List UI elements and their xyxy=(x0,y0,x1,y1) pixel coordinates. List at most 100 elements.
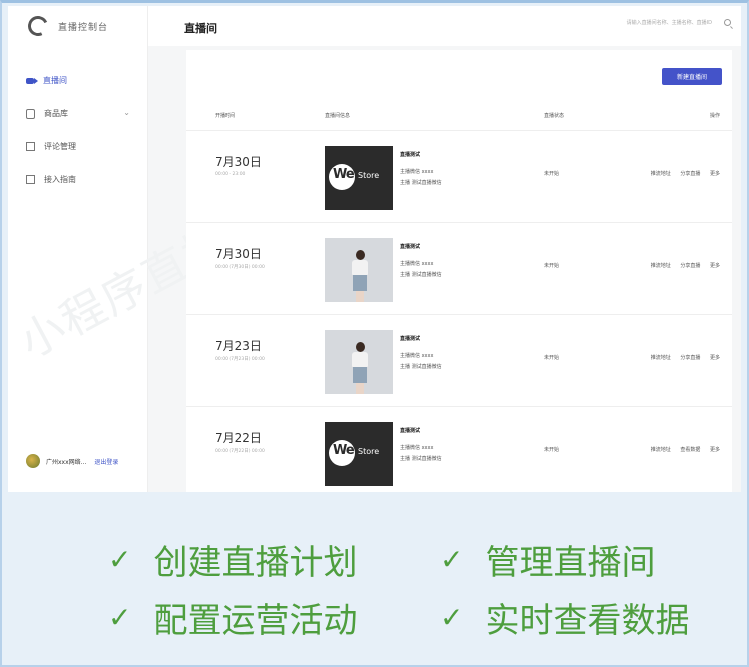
room-title: 直播测试 xyxy=(400,336,421,342)
model-photo xyxy=(356,250,365,260)
logo-text: We xyxy=(333,443,355,458)
status-text: 未开始 xyxy=(544,263,560,269)
cover-image xyxy=(325,238,393,302)
feature-item: ✓ 管理直播间 xyxy=(440,535,655,584)
model-photo xyxy=(352,260,368,275)
search-input[interactable]: 请输入直播间名称、主播名称、直播ID xyxy=(627,19,712,26)
table-row: 7月30日 00:00 (7月30日) 00:00 直播测试 主播微信 xxxx… xyxy=(186,222,732,312)
status-text: 未开始 xyxy=(544,171,560,177)
table-row: 7月22日 00:00 (7月22日) 00:00 We Store 直播测试 … xyxy=(186,406,732,492)
feature-label: 实时查看数据 xyxy=(485,601,690,641)
avatar[interactable] xyxy=(26,454,40,468)
model-photo xyxy=(356,342,365,352)
push-url-link[interactable]: 推流地址 xyxy=(651,447,671,453)
anchor-name: 主播 测试直播微信 xyxy=(400,272,442,278)
sidebar-menu: 直播间 商品库 ⌄ 评论管理 接入指南 xyxy=(26,64,136,196)
room-info: 直播测试 主播微信 xxxx 主播 测试直播微信 xyxy=(400,429,442,468)
check-icon: ✓ xyxy=(108,601,132,634)
push-url-link[interactable]: 推流地址 xyxy=(651,171,671,177)
account-area: 广州xxx网络... 退出登录 xyxy=(26,454,118,468)
check-icon: ✓ xyxy=(440,601,464,634)
account-name: 广州xxx网络... xyxy=(46,458,87,466)
sidebar-item-label: 评论管理 xyxy=(44,142,76,151)
row-actions: 推流地址 查看数据 更多 xyxy=(643,446,720,453)
app-logo[interactable]: 直播控制台 xyxy=(25,13,108,39)
share-link[interactable]: 分享直播 xyxy=(680,263,700,269)
anchor-wechat: 主播微信 xxxx xyxy=(400,261,434,267)
sidebar-item-comments[interactable]: 评论管理 xyxy=(26,130,136,163)
anchor-wechat: 主播微信 xxxx xyxy=(400,353,434,359)
table-row: 7月23日 00:00 (7月23日) 00:00 直播测试 主播微信 xxxx… xyxy=(186,314,732,404)
sidebar-item-label: 商品库 xyxy=(44,109,68,118)
feature-label: 创建直播计划 xyxy=(153,543,358,583)
share-link[interactable]: 分享直播 xyxy=(680,355,700,361)
row-time: 00:00 (7月30日) 00:00 xyxy=(215,265,265,270)
table-row: 7月30日 00:00 - 23:00 We Store 直播测试 主播微信 x… xyxy=(186,130,732,220)
more-link[interactable]: 更多 xyxy=(710,263,720,269)
push-url-link[interactable]: 推流地址 xyxy=(651,355,671,361)
sidebar-item-products[interactable]: 商品库 ⌄ xyxy=(26,97,136,130)
room-title: 直播测试 xyxy=(400,428,421,434)
logo-text: Store xyxy=(358,171,380,180)
model-photo xyxy=(356,291,364,302)
row-date: 7月30日 xyxy=(215,247,262,261)
sidebar: 直播控制台 直播间 商品库 ⌄ 评论管理 接入指南 广州xxx网络... 退出登… xyxy=(8,6,148,492)
row-time: 00:00 - 23:00 xyxy=(215,172,246,177)
sidebar-item-live-room[interactable]: 直播间 xyxy=(26,64,136,97)
search-box[interactable]: 请输入直播间名称、主播名称、直播ID xyxy=(627,19,731,26)
row-actions: 推流地址 分享直播 更多 xyxy=(643,170,720,177)
anchor-name: 主播 测试直播微信 xyxy=(400,364,442,370)
room-info: 直播测试 主播微信 xxxx 主播 测试直播微信 xyxy=(400,245,442,284)
model-photo xyxy=(356,383,364,394)
column-header: 直播状态 xyxy=(544,113,565,119)
page-title: 直播间 xyxy=(184,22,217,35)
model-photo xyxy=(353,275,367,291)
new-live-room-button[interactable]: 新建直播间 xyxy=(662,68,722,85)
feature-label: 管理直播间 xyxy=(485,543,656,583)
status-text: 未开始 xyxy=(544,355,560,361)
column-header: 直播间信息 xyxy=(325,113,351,119)
check-icon: ✓ xyxy=(108,543,132,576)
guide-icon xyxy=(26,175,35,184)
row-date: 7月30日 xyxy=(215,155,262,169)
video-icon xyxy=(26,77,38,84)
room-title: 直播测试 xyxy=(400,152,421,158)
cover-image xyxy=(325,330,393,394)
row-actions: 推流地址 分享直播 更多 xyxy=(643,354,720,361)
bag-icon xyxy=(26,108,35,119)
feature-label: 配置运营活动 xyxy=(153,601,358,641)
top-bar: 直播间 请输入直播间名称、主播名称、直播ID xyxy=(148,6,741,46)
logout-link[interactable]: 退出登录 xyxy=(94,457,118,466)
column-header: 开播时间 xyxy=(215,113,236,119)
search-icon[interactable] xyxy=(724,19,731,26)
more-link[interactable]: 更多 xyxy=(710,171,720,177)
more-link[interactable]: 更多 xyxy=(710,447,720,453)
cover-image: We Store xyxy=(325,146,393,210)
chevron-down-icon[interactable]: ⌄ xyxy=(123,108,130,117)
sidebar-item-label: 接入指南 xyxy=(44,175,76,184)
model-photo xyxy=(352,352,368,367)
sidebar-item-label: 直播间 xyxy=(43,76,67,85)
row-date: 7月22日 xyxy=(215,431,262,445)
row-time: 00:00 (7月22日) 00:00 xyxy=(215,449,265,454)
comment-icon xyxy=(26,142,35,151)
sidebar-item-guide[interactable]: 接入指南 xyxy=(26,163,136,196)
more-link[interactable]: 更多 xyxy=(710,355,720,361)
app-window: 直播控制台 直播间 商品库 ⌄ 评论管理 接入指南 广州xxx网络... 退出登… xyxy=(8,6,741,492)
table-header: 开播时间 直播间信息 直播状态 操作 xyxy=(186,106,732,126)
feature-item: ✓ 配置运营活动 xyxy=(108,593,357,642)
room-title: 直播测试 xyxy=(400,244,421,250)
push-url-link[interactable]: 推流地址 xyxy=(651,263,671,269)
check-icon: ✓ xyxy=(440,543,464,576)
view-data-link[interactable]: 查看数据 xyxy=(680,447,700,453)
share-link[interactable]: 分享直播 xyxy=(680,171,700,177)
row-date: 7月23日 xyxy=(215,339,262,353)
room-info: 直播测试 主播微信 xxxx 主播 测试直播微信 xyxy=(400,337,442,376)
feature-item: ✓ 创建直播计划 xyxy=(108,535,357,584)
anchor-wechat: 主播微信 xxxx xyxy=(400,169,434,175)
row-time: 00:00 (7月23日) 00:00 xyxy=(215,357,265,362)
row-actions: 推流地址 分享直播 更多 xyxy=(643,262,720,269)
room-info: 直播测试 主播微信 xxxx 主播 测试直播微信 xyxy=(400,153,442,192)
logo-text: Store xyxy=(358,447,380,456)
logo-text: We xyxy=(333,167,355,182)
